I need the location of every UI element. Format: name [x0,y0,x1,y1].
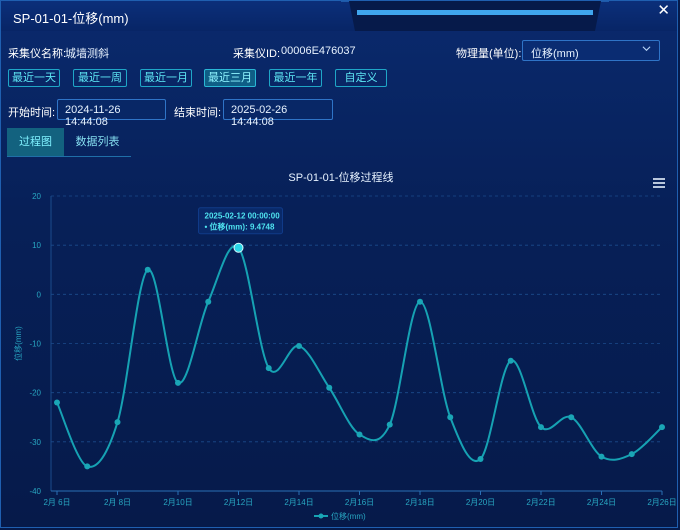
x-tick-label: 2月20日 [466,498,495,507]
process-line-chart: SP-01-01-位移过程线 20 10 0 -10 -20 -30 -40 位移(mm) 2月 … [13,170,677,521]
close-icon[interactable]: ✕ [657,3,670,19]
data-point[interactable] [356,431,363,438]
quantity-select-value: 位移(mm) [531,48,579,60]
data-point[interactable] [477,456,484,463]
quick-range-year-button[interactable]: 最近一年 [269,69,322,87]
quick-range-week-button[interactable]: 最近一周 [73,69,127,87]
x-tick-label: 2月 6日 [43,498,70,507]
y-tick-label: -30 [29,438,41,447]
data-point[interactable] [296,342,302,349]
y-tick-label: 20 [32,192,41,201]
data-point[interactable] [54,399,60,406]
data-point[interactable] [205,298,212,305]
quick-range-custom-button[interactable]: 自定义 [335,69,387,87]
x-tick-label: 2月 8日 [104,498,131,507]
x-tick-label: 2月26日 [647,498,676,507]
data-point[interactable] [447,414,454,421]
quick-range-day-button[interactable]: 最近一天 [8,69,60,87]
device-id-label: 采集仪ID: [233,48,281,60]
chevron-down-icon [642,44,651,56]
y-tick-label: 10 [32,241,41,250]
start-time-label: 开始时间: [8,107,56,119]
data-point[interactable] [386,421,393,428]
data-point[interactable] [233,242,244,253]
end-time-input[interactable]: 2025-02-26 14:44:08 [223,99,333,128]
data-point[interactable] [175,379,181,386]
legend-label: 位移(mm) [331,511,366,521]
data-point[interactable] [265,365,272,372]
quick-range-3month-button[interactable]: 最近三月 [204,69,256,87]
x-tick-label: 2月14日 [284,498,313,507]
chart-tooltip: 2025-02-12 00:00:00• 位移(mm): 9.4748 [198,207,283,235]
data-point[interactable] [568,414,575,421]
data-point[interactable] [598,453,605,460]
x-tick-label: 2月18日 [405,498,434,507]
chart-legend[interactable]: 位移(mm) [314,511,366,521]
y-axis-label: 位移(mm) [13,326,23,361]
start-time-input[interactable]: 2024-11-26 14:44:08 [57,99,166,128]
device-name-value: 城墙测斜 [65,48,109,60]
y-tick-label: -20 [29,389,41,398]
chart-title: SP-01-01-位移过程线 [288,170,393,184]
menu-icon[interactable] [653,178,665,188]
quantity-label: 物理量(单位): [456,48,522,60]
device-name-label: 采集仪名称: [8,48,67,60]
x-tick-label: 2月16日 [345,498,374,507]
tooltip-value: • 位移(mm): 9.4748 [205,222,275,232]
title-bar: SP-01-01-位移(mm) ✕ [1,1,677,31]
y-tick-label: 0 [37,290,42,299]
tab-data-list[interactable]: 数据列表 [64,128,131,156]
window-title: SP-01-01-位移(mm) [13,11,129,26]
data-point[interactable] [84,463,91,470]
data-point[interactable] [507,357,514,364]
data-point[interactable] [326,384,333,391]
data-point[interactable] [114,419,121,426]
x-tick-label: 2月24日 [587,498,616,507]
data-point[interactable] [628,451,635,458]
quantity-select[interactable]: 位移(mm) [522,40,660,61]
tab-process-chart[interactable]: 过程图 [7,128,64,156]
x-tick-label: 2月10日 [163,498,192,507]
tooltip-date: 2025-02-12 00:00:00 [205,212,281,221]
data-point[interactable] [144,266,151,273]
data-point[interactable] [659,424,665,431]
data-point[interactable] [538,424,544,431]
x-tick-label: 2月12日 [224,498,253,507]
data-point[interactable] [417,298,423,305]
x-tick-label: 2月22日 [526,498,555,507]
end-time-label: 结束时间: [174,107,222,119]
view-tabs: 过程图 数据列表 [7,128,131,157]
y-tick-label: -40 [29,487,41,496]
device-id-value: 00006E476037 [281,45,356,57]
y-tick-label: -10 [29,340,41,349]
title-decoration [341,1,609,31]
quick-range-month-button[interactable]: 最近一月 [140,69,192,87]
dialog-window: SP-01-01-位移(mm) ✕ 采集仪名称: 城墙测斜 采集仪ID: 000… [0,0,678,528]
